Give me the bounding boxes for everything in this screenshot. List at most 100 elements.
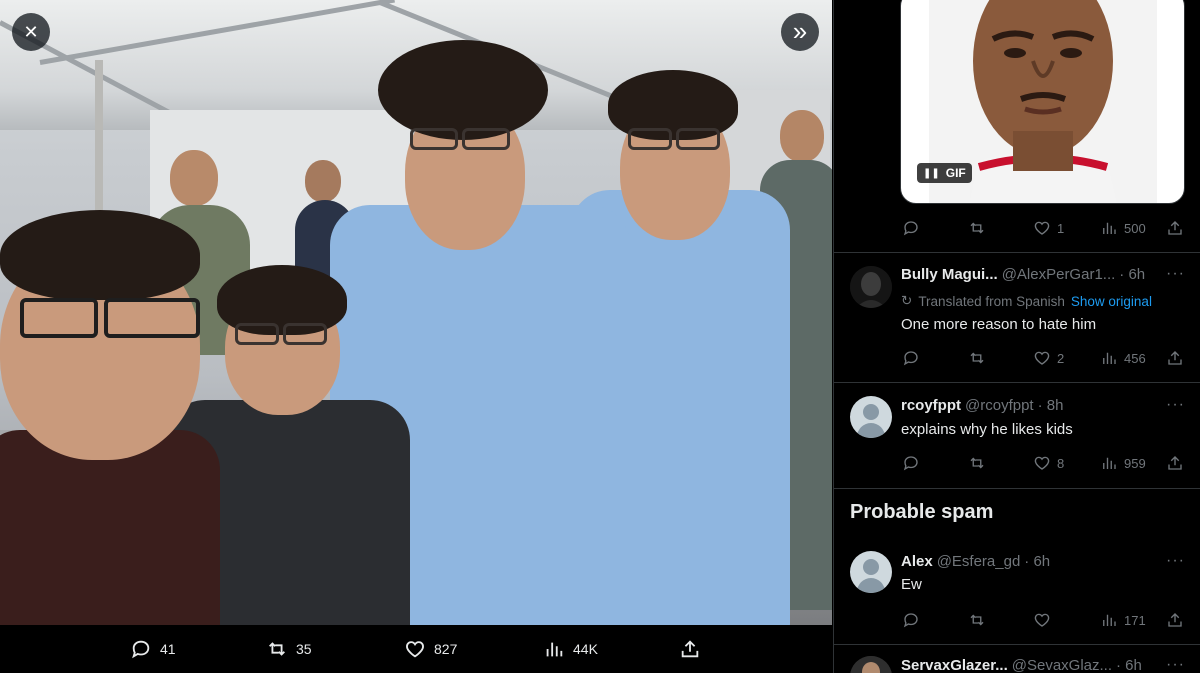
view-count: 959: [1124, 455, 1146, 471]
timestamp[interactable]: · 8h: [1038, 397, 1064, 414]
reply-icon: [903, 351, 918, 366]
reply-header: Bully Magui... @AlexPerGar1... · 6h: [901, 266, 1171, 283]
reply-tweet[interactable]: Bully Magui... @AlexPerGar1... · 6h ··· …: [834, 253, 1200, 381]
views-button[interactable]: 959: [1100, 454, 1146, 472]
avatar[interactable]: [850, 551, 892, 593]
share-button[interactable]: [1166, 349, 1184, 367]
repost-button[interactable]: [968, 219, 986, 237]
avatar[interactable]: [850, 266, 892, 308]
view-count: 500: [1124, 220, 1146, 236]
share-button[interactable]: [1166, 611, 1184, 629]
media-action-bar: 41 35 827 44K: [0, 625, 832, 673]
share-icon: [1168, 456, 1182, 470]
reply-icon: [132, 640, 150, 659]
repost-button[interactable]: [968, 454, 986, 472]
share-button[interactable]: [1166, 454, 1184, 472]
gif-media[interactable]: ❚❚ GIF: [900, 0, 1185, 204]
avatar-image: [850, 266, 892, 308]
share-icon: [1168, 221, 1182, 235]
reply-header: Alex @Esfera_gd · 6h: [901, 553, 1171, 570]
reply-button[interactable]: [902, 349, 920, 367]
heart-icon: [1034, 221, 1050, 235]
probable-spam-heading: Probable spam: [850, 501, 994, 523]
show-original-link[interactable]: Show original: [1071, 294, 1152, 309]
reply-tweet[interactable]: ServaxGlazer... @SevaxGlaz... · 6h ···: [834, 645, 1200, 673]
views-chart-icon: [1103, 352, 1116, 364]
repost-icon: [269, 642, 285, 656]
like-button[interactable]: [1033, 611, 1051, 629]
views-button[interactable]: 500: [1100, 219, 1146, 237]
like-button[interactable]: 2: [1033, 349, 1064, 367]
pause-icon[interactable]: ❚❚: [923, 168, 940, 179]
handle[interactable]: @Esfera_gd: [937, 553, 1021, 570]
more-options-button[interactable]: ···: [1166, 552, 1185, 570]
repost-count: 35: [296, 641, 312, 657]
reply-button[interactable]: 41: [130, 625, 176, 673]
views-chart-icon: [1103, 457, 1116, 469]
reply-tweet[interactable]: rcoyfppt @rcoyfppt · 8h ··· explains why…: [834, 383, 1200, 487]
share-icon: [1168, 351, 1182, 365]
timestamp[interactable]: · 6h: [1024, 553, 1050, 570]
repost-button[interactable]: [968, 611, 986, 629]
like-count: 827: [434, 641, 458, 657]
reply-button[interactable]: [902, 219, 920, 237]
repost-icon: [970, 457, 984, 469]
reply-button[interactable]: [902, 454, 920, 472]
double-chevron-right-icon: »: [792, 15, 808, 46]
expand-replies-button[interactable]: »: [781, 13, 819, 51]
reply-text: Ew: [901, 576, 922, 593]
share-icon: [681, 640, 699, 658]
share-button[interactable]: [1166, 219, 1184, 237]
display-name[interactable]: rcoyfppt: [901, 397, 961, 414]
replies-panel: ❚❚ GIF 1 500 Bully Magui... @AlexPerGar1…: [833, 0, 1200, 673]
reply-text: explains why he likes kids: [901, 421, 1073, 438]
views-button[interactable]: 456: [1100, 349, 1146, 367]
reply-header: ServaxGlazer... @SevaxGlaz... · 6h: [901, 657, 1171, 673]
view-count: 44K: [573, 641, 598, 657]
handle[interactable]: @SevaxGlaz...: [1012, 657, 1112, 673]
avatar[interactable]: [850, 396, 892, 438]
more-options-button[interactable]: ···: [1166, 265, 1185, 283]
display-name[interactable]: Alex: [901, 553, 933, 570]
gif-tweet-stats: 1 500: [900, 213, 1190, 243]
like-button[interactable]: 827: [404, 625, 457, 673]
translated-label: Translated from Spanish: [918, 293, 1065, 309]
reply-stats: 8 959: [900, 448, 1190, 478]
repost-button[interactable]: [968, 349, 986, 367]
handle[interactable]: @AlexPerGar1...: [1002, 266, 1116, 283]
more-options-button[interactable]: ···: [1166, 396, 1185, 414]
reply-icon: [903, 456, 918, 471]
like-button[interactable]: 1: [1033, 219, 1064, 237]
views-chart-icon: [1103, 614, 1116, 626]
share-button[interactable]: [679, 625, 701, 673]
display-name[interactable]: ServaxGlazer...: [901, 657, 1008, 673]
views-button[interactable]: 44K: [543, 625, 598, 673]
like-count: 2: [1057, 350, 1065, 366]
timestamp[interactable]: · 6h: [1119, 266, 1145, 283]
repost-button[interactable]: 35: [266, 625, 312, 673]
reply-tweet[interactable]: Alex @Esfera_gd · 6h ··· Ew 171: [834, 540, 1200, 644]
display-name[interactable]: Bully Magui...: [901, 266, 998, 283]
views-chart-icon: [1103, 222, 1116, 234]
repost-icon: [970, 614, 984, 626]
divider: [834, 488, 1200, 489]
handle[interactable]: @rcoyfppt: [965, 397, 1034, 414]
translation-notice: ↻ Translated from Spanish Show original: [901, 293, 1152, 309]
heart-icon: [1034, 351, 1050, 365]
timestamp[interactable]: · 6h: [1116, 657, 1142, 673]
gif-badge: ❚❚ GIF: [917, 163, 972, 183]
reply-button[interactable]: [902, 611, 920, 629]
share-icon: [1168, 613, 1182, 627]
heart-icon: [1034, 613, 1050, 627]
heart-icon: [1034, 456, 1050, 470]
close-media-button[interactable]: ✕: [12, 13, 50, 51]
like-button[interactable]: 8: [1033, 454, 1064, 472]
gif-label: GIF: [945, 166, 966, 180]
more-options-button[interactable]: ···: [1166, 656, 1185, 673]
avatar[interactable]: [850, 656, 892, 673]
views-button[interactable]: 171: [1100, 611, 1146, 629]
translate-icon: ↻: [901, 293, 913, 308]
avatar-image: [850, 656, 892, 673]
media-viewer: ✕ » 41 35 827 44K: [0, 0, 832, 673]
view-count: 171: [1124, 612, 1146, 628]
